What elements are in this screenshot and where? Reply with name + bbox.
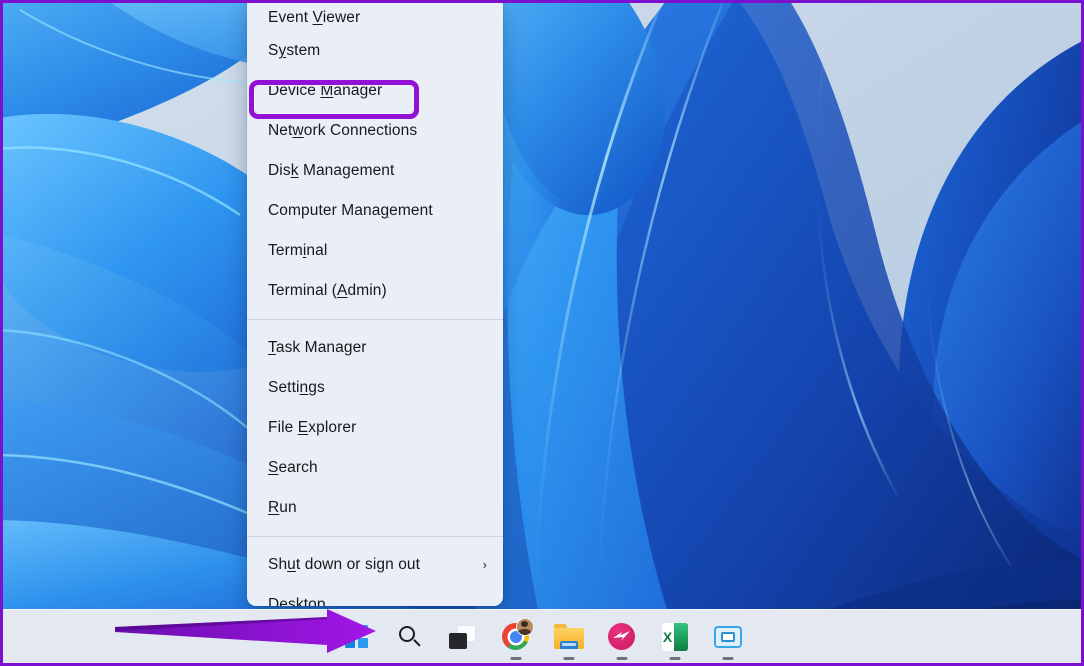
task-view-button[interactable] xyxy=(443,617,483,657)
avatar xyxy=(516,618,534,636)
blue-window-icon xyxy=(714,626,742,648)
menu-item-desktop[interactable]: Desktop xyxy=(247,585,503,606)
folder-icon xyxy=(554,624,584,649)
menu-item-task-manager[interactable]: Task Manager xyxy=(247,328,503,368)
menu-item-terminal[interactable]: Terminal xyxy=(247,231,503,271)
menu-item-event-viewer[interactable]: Event Viewer xyxy=(247,0,503,31)
chrome-button[interactable] xyxy=(496,617,536,657)
search-button[interactable] xyxy=(390,617,430,657)
accelerator-key: M xyxy=(320,82,333,99)
taskbar-icon-tray: X xyxy=(0,609,1084,666)
menu-item-run[interactable]: Run xyxy=(247,488,503,528)
blue-app-button[interactable] xyxy=(708,617,748,657)
menu-item-label: Task Manager xyxy=(268,339,487,357)
menu-item-network-connections[interactable]: Network Connections xyxy=(247,111,503,151)
accelerator-key: y xyxy=(278,42,286,59)
menu-item-label: Event Viewer xyxy=(268,9,487,27)
accelerator-key: T xyxy=(268,339,276,356)
running-indicator xyxy=(616,657,627,660)
accelerator-key: S xyxy=(268,459,278,476)
menu-item-label: Terminal xyxy=(268,242,487,260)
menu-item-terminal-admin[interactable]: Terminal (Admin) xyxy=(247,271,503,311)
task-view-icon xyxy=(449,625,476,649)
excel-icon: X xyxy=(662,623,688,651)
windows-desktop-screenshot: Event Viewer System Device Manager Network … xyxy=(0,0,1084,666)
start-button[interactable] xyxy=(337,617,377,657)
menu-item-label: Terminal (Admin) xyxy=(268,282,487,300)
menu-item-search[interactable]: Search xyxy=(247,448,503,488)
pink-app-button[interactable] xyxy=(602,617,642,657)
menu-item-computer-management[interactable]: Computer Management xyxy=(247,191,503,231)
menu-item-label: Run xyxy=(268,499,487,517)
accelerator-key: R xyxy=(268,499,279,516)
accelerator-key: g xyxy=(380,202,389,219)
menu-item-file-explorer[interactable]: File Explorer xyxy=(247,408,503,448)
file-explorer-button[interactable] xyxy=(549,617,589,657)
accelerator-key: A xyxy=(337,282,347,299)
desktop-wallpaper xyxy=(3,3,1081,663)
taskbar[interactable]: X xyxy=(0,609,1084,666)
menu-item-label: Desktop xyxy=(268,596,487,606)
menu-item-label: Network Connections xyxy=(268,122,487,140)
winx-power-user-menu[interactable]: Event Viewer System Device Manager Network … xyxy=(247,0,503,606)
excel-button[interactable]: X xyxy=(655,617,695,657)
running-indicator xyxy=(669,657,680,660)
accelerator-key: D xyxy=(268,596,279,606)
menu-item-label: Disk Management xyxy=(268,162,487,180)
menu-item-system[interactable]: System xyxy=(247,31,503,71)
running-indicator xyxy=(510,657,521,660)
menu-item-disk-management[interactable]: Disk Management xyxy=(247,151,503,191)
menu-item-label: Settings xyxy=(268,379,487,397)
menu-item-label: System xyxy=(268,42,487,60)
accelerator-key: V xyxy=(313,9,323,26)
menu-item-label: Search xyxy=(268,459,487,477)
accelerator-key: E xyxy=(298,419,308,436)
accelerator-key: k xyxy=(291,162,299,179)
menu-item-device-manager[interactable]: Device Manager xyxy=(247,71,503,111)
menu-item-label: Shut down or sign out xyxy=(268,556,475,574)
menu-item-shut-down-or-sign-out[interactable]: Shut down or sign out › xyxy=(247,545,503,585)
menu-item-label: Device Manager xyxy=(268,82,487,100)
accelerator-key: n xyxy=(300,379,309,396)
running-indicator xyxy=(563,657,574,660)
accelerator-key: w xyxy=(292,122,303,139)
accelerator-key: i xyxy=(303,242,307,259)
menu-separator xyxy=(247,536,503,537)
pink-arrow-app-icon xyxy=(608,623,635,650)
chevron-right-icon: › xyxy=(483,557,487,572)
menu-item-label: File Explorer xyxy=(268,419,487,437)
menu-item-label: Computer Management xyxy=(268,202,487,220)
windows-logo-icon xyxy=(345,625,368,648)
chrome-icon xyxy=(502,623,529,650)
menu-separator xyxy=(247,319,503,320)
menu-item-settings[interactable]: Settings xyxy=(247,368,503,408)
running-indicator xyxy=(722,657,733,660)
accelerator-key: u xyxy=(287,556,296,573)
search-icon xyxy=(398,625,422,649)
